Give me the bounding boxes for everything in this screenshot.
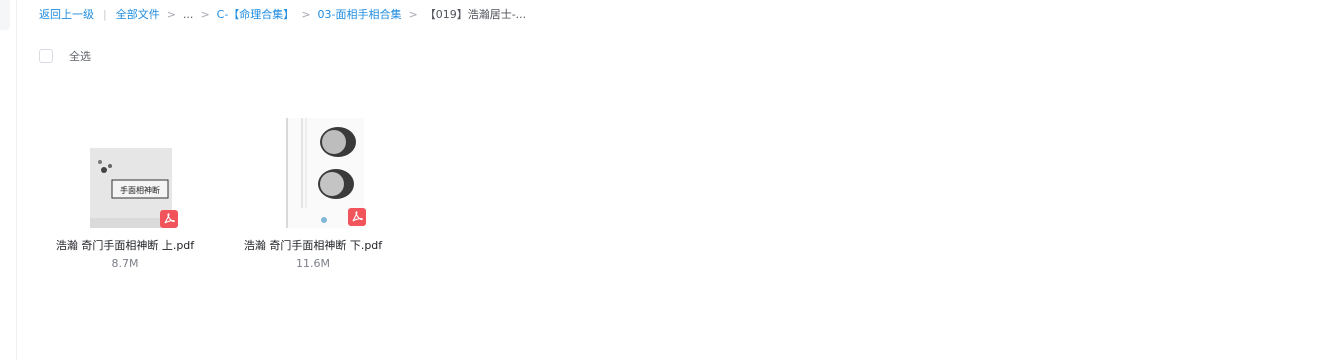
file-item[interactable]: 手面相神断 浩瀚 奇门手面相神断 上.pdf 8.7M — [50, 108, 200, 272]
file-thumbnail[interactable]: 手面相神断 — [70, 108, 180, 230]
breadcrumb-level2-link[interactable]: 03-面相手相合集 — [318, 6, 402, 24]
chevron-right-icon: > — [301, 8, 311, 21]
pdf-icon — [160, 210, 178, 228]
pdf-icon — [348, 208, 366, 226]
file-size: 8.7M — [111, 257, 139, 270]
file-item[interactable]: 浩瀚 奇门手面相神断 下.pdf 11.6M — [238, 108, 388, 272]
breadcrumb-root-link[interactable]: 全部文件 — [116, 6, 160, 24]
breadcrumb-divider: | — [103, 8, 107, 21]
chevron-right-icon: > — [166, 8, 176, 21]
chevron-right-icon: > — [200, 8, 210, 21]
breadcrumb-level1-link[interactable]: C-【命理合集】 — [217, 6, 295, 24]
back-link[interactable]: 返回上一级 — [39, 6, 94, 24]
breadcrumb-current: 【019】浩瀚居士-... — [424, 8, 527, 21]
thumbnail-text: 手面相神断 — [120, 185, 160, 195]
sidebar-edge — [0, 0, 10, 30]
breadcrumb: 返回上一级 | 全部文件 > ... > C-【命理合集】 > 03-面相手相合… — [39, 6, 526, 24]
select-all-checkbox[interactable] — [39, 49, 53, 63]
file-thumbnail[interactable] — [258, 108, 368, 230]
chevron-right-icon: > — [408, 8, 418, 21]
file-size: 11.6M — [296, 257, 330, 270]
breadcrumb-ellipsis[interactable]: ... — [183, 6, 194, 24]
file-name[interactable]: 浩瀚 奇门手面相神断 上.pdf — [55, 238, 195, 254]
select-all-label[interactable]: 全选 — [69, 48, 91, 64]
select-all-row: 全选 — [39, 48, 91, 64]
file-name[interactable]: 浩瀚 奇门手面相神断 下.pdf — [243, 238, 383, 254]
file-browser: 返回上一级 | 全部文件 > ... > C-【命理合集】 > 03-面相手相合… — [0, 0, 1324, 360]
sidebar-divider — [16, 0, 17, 360]
